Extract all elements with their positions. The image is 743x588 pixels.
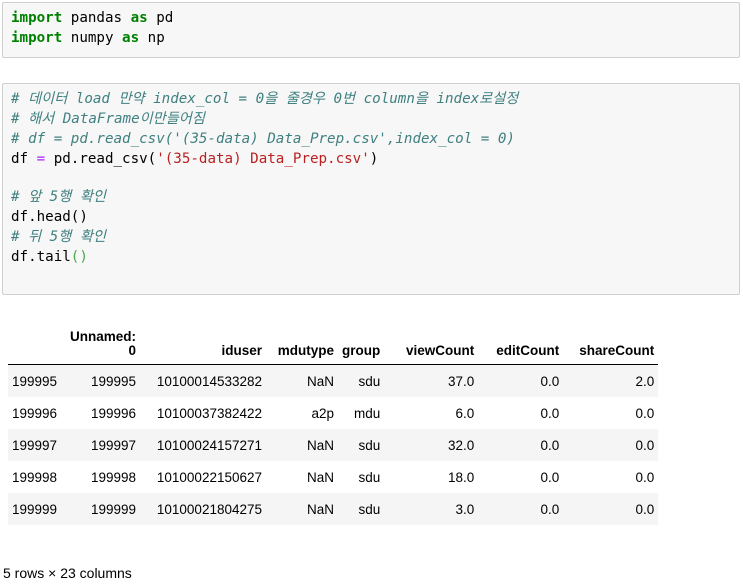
dataframe-output-table: Unnamed: 0 iduser mdutype group viewCoun…: [8, 330, 659, 525]
cell-viewcount: 3.0: [384, 493, 479, 525]
cell-sharecount: 2.0: [563, 364, 659, 397]
cell-iduser: 10100037382422: [156, 405, 263, 421]
cell-sharecount: 0.0: [635, 469, 655, 485]
cell-mdutype: a2p: [311, 405, 335, 421]
column-header-editcount: editCount: [478, 330, 564, 365]
code-cell-imports[interactable]: import pandas as pd import numpy as np: [2, 2, 740, 58]
cell-group: sdu: [338, 493, 385, 525]
cell-unnamed: 199996: [90, 405, 137, 421]
cell-unnamed: 199999: [66, 493, 141, 525]
cell-editcount: 0.0: [540, 469, 560, 485]
code-comment-2: # 해서 DataFrame이만들어짐: [11, 111, 205, 127]
cell-viewcount: 32.0: [384, 429, 479, 461]
code-comment-5: # 뒤 5행 확인: [11, 229, 106, 245]
cell-viewcount: 18.0: [447, 469, 475, 485]
cell-mdutype: NaN: [266, 429, 339, 461]
row-index: 199997: [8, 429, 66, 461]
cell-mdutype: NaN: [266, 364, 339, 397]
cell-iduser: 10100024157271: [140, 429, 267, 461]
cell-mdutype: NaN: [307, 469, 335, 485]
row-index: 199999: [8, 493, 66, 525]
table-row: 199999 199999 10100021804275 NaN sdu 3.0…: [8, 493, 659, 525]
code-line-head: df.head(): [11, 209, 88, 225]
table-row: 199995 199995 10100014533282 NaN sdu 37.…: [8, 364, 659, 397]
column-header-viewcount: viewCount: [384, 330, 479, 365]
cell-group: sdu: [358, 469, 381, 485]
column-header-unnamed: Unnamed: 0: [66, 330, 141, 365]
cell-unnamed: 199997: [66, 429, 141, 461]
table-row: 199997 199997 10100024157271 NaN sdu 32.…: [8, 429, 659, 461]
cell-sharecount: 0.0: [563, 429, 659, 461]
code-comment-4: # 앞 5행 확인: [11, 189, 106, 205]
column-header-group: group: [338, 330, 385, 365]
cell-unnamed: 199998: [90, 469, 137, 485]
cell-editcount: 0.0: [478, 429, 564, 461]
code-line-import-numpy: import numpy as np: [11, 30, 165, 46]
cell-editcount: 0.0: [478, 493, 564, 525]
cell-iduser: 10100021804275: [140, 493, 267, 525]
cell-editcount: 0.0: [478, 364, 564, 397]
cell-editcount: 0.0: [540, 405, 560, 421]
row-index: 199996: [12, 405, 58, 421]
cell-sharecount: 0.0: [635, 405, 655, 421]
table-row: 199998 199998 10100022150627 NaN sdu 18.…: [8, 461, 658, 493]
column-header-iduser: iduser: [140, 330, 267, 365]
code-comment-3: # df = pd.read_csv('(35-data) Data_Prep.…: [11, 131, 515, 147]
code-cell-read-csv[interactable]: # 데이터 load 만약 index_col = 0을 줄경우 0번 colu…: [2, 83, 740, 295]
cell-group: sdu: [338, 429, 385, 461]
row-index: 199995: [8, 364, 66, 397]
row-index: 199998: [12, 469, 58, 485]
dataframe-shape-summary: 5 rows × 23 columns: [3, 565, 132, 581]
cell-iduser: 10100014533282: [140, 364, 267, 397]
table-header-row: Unnamed: 0 iduser mdutype group viewCoun…: [8, 330, 659, 365]
column-header-index: [8, 330, 66, 365]
cell-group: mdu: [354, 405, 381, 421]
code-line-import-pandas: import pandas as pd: [11, 10, 174, 26]
code-line-read-csv: df = pd.read_csv('(35-data) Data_Prep.cs…: [11, 151, 379, 167]
cell-iduser: 10100022150627: [156, 469, 263, 485]
table-row: 199996 199996 10100037382422 a2p mdu 6.0…: [8, 397, 658, 429]
cell-group: sdu: [338, 364, 385, 397]
cell-viewcount: 6.0: [455, 405, 475, 421]
cell-mdutype: NaN: [266, 493, 339, 525]
cell-sharecount: 0.0: [563, 493, 659, 525]
column-header-mdutype: mdutype: [266, 330, 339, 365]
code-comment-1: # 데이터 load 만약 index_col = 0을 줄경우 0번 colu…: [11, 91, 519, 107]
column-header-sharecount: shareCount: [563, 330, 659, 365]
cell-viewcount: 37.0: [384, 364, 479, 397]
cell-unnamed: 199995: [66, 364, 141, 397]
code-line-tail: df.tail(): [11, 249, 88, 265]
